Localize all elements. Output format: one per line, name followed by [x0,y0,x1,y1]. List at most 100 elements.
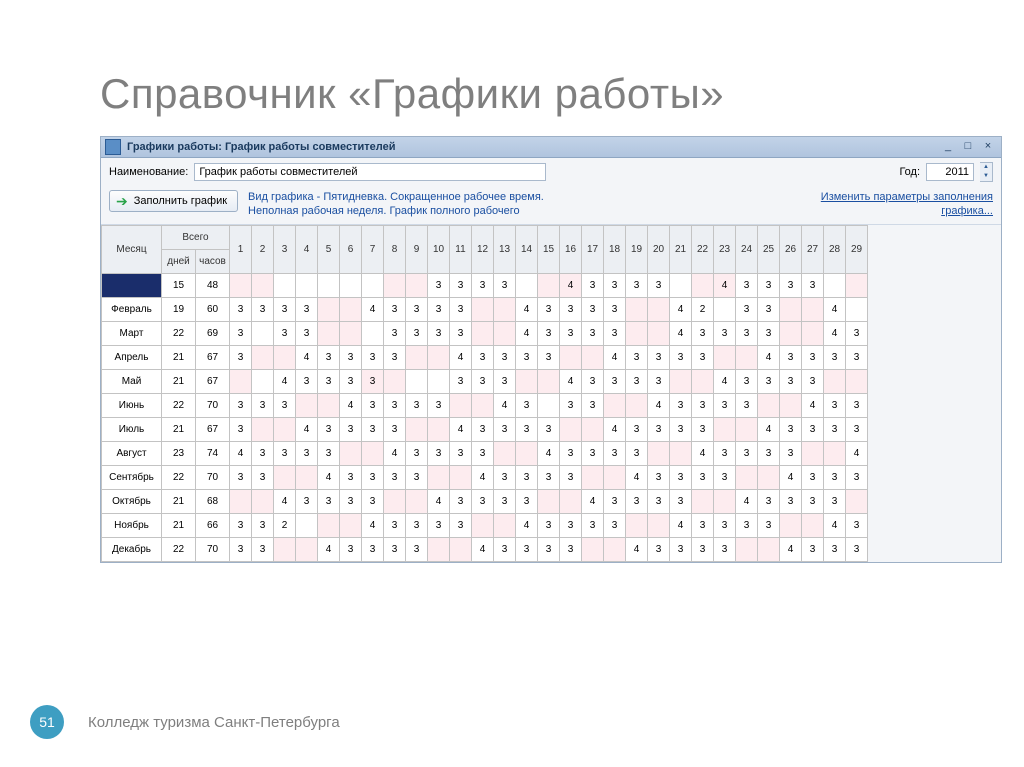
day-cell[interactable] [626,514,648,538]
day-cell[interactable]: 4 [758,346,780,370]
day-cell[interactable]: 3 [824,466,846,490]
day-cell[interactable] [428,370,450,394]
day-cell[interactable]: 3 [428,274,450,298]
day-cell[interactable]: 4 [780,466,802,490]
day-cell[interactable]: 3 [758,322,780,346]
day-cell[interactable]: 3 [736,442,758,466]
day-cell[interactable]: 3 [604,322,626,346]
day-cell[interactable]: 3 [406,298,428,322]
table-row[interactable]: Март22693333333433334333343 [102,322,868,346]
table-row[interactable]: Сентябрь2270334333343333433334333 [102,466,868,490]
day-cell[interactable]: 3 [384,418,406,442]
day-cell[interactable]: 3 [428,442,450,466]
day-cell[interactable]: 3 [714,442,736,466]
day-cell[interactable] [560,418,582,442]
day-cell[interactable]: 3 [318,490,340,514]
day-cell[interactable]: 3 [450,514,472,538]
day-cell[interactable] [296,466,318,490]
day-cell[interactable]: 3 [758,298,780,322]
day-cell[interactable] [648,298,670,322]
day-cell[interactable] [802,514,824,538]
change-params-link[interactable]: Изменить параметры заполнения графика... [821,190,993,218]
day-cell[interactable]: 3 [714,538,736,562]
day-cell[interactable] [538,490,560,514]
day-cell[interactable]: 4 [604,418,626,442]
day-cell[interactable]: 3 [824,418,846,442]
day-cell[interactable]: 3 [516,538,538,562]
day-cell[interactable]: 3 [406,442,428,466]
day-cell[interactable]: 3 [516,394,538,418]
table-row[interactable]: Июль2167343333433334333343333 [102,418,868,442]
day-cell[interactable] [494,322,516,346]
table-row[interactable]: Апрель2167343333433334333343333 [102,346,868,370]
day-cell[interactable]: 3 [604,490,626,514]
name-input[interactable] [194,163,546,181]
day-cell[interactable]: 4 [692,442,714,466]
day-cell[interactable]: 3 [296,322,318,346]
day-cell[interactable]: 3 [406,538,428,562]
day-cell[interactable]: 3 [736,370,758,394]
day-cell[interactable] [274,466,296,490]
day-cell[interactable]: 3 [494,370,516,394]
day-cell[interactable] [362,442,384,466]
day-cell[interactable] [780,394,802,418]
day-cell[interactable]: 3 [692,394,714,418]
day-cell[interactable]: 3 [846,514,868,538]
day-cell[interactable]: 4 [736,490,758,514]
day-cell[interactable]: 3 [450,490,472,514]
day-cell[interactable]: 3 [274,442,296,466]
day-cell[interactable]: 4 [516,298,538,322]
day-cell[interactable] [802,322,824,346]
day-cell[interactable]: 3 [362,466,384,490]
day-cell[interactable] [340,298,362,322]
day-cell[interactable] [318,514,340,538]
day-cell[interactable]: 4 [846,442,868,466]
day-cell[interactable]: 4 [538,442,560,466]
day-cell[interactable]: 4 [670,298,692,322]
day-cell[interactable]: 3 [560,514,582,538]
day-cell[interactable]: 4 [560,370,582,394]
day-cell[interactable]: 3 [362,490,384,514]
day-cell[interactable]: 3 [230,466,252,490]
day-cell[interactable]: 3 [780,418,802,442]
day-cell[interactable] [296,514,318,538]
day-cell[interactable]: 3 [714,322,736,346]
day-cell[interactable]: 3 [692,538,714,562]
day-cell[interactable]: 3 [384,514,406,538]
day-cell[interactable]: 3 [340,370,362,394]
day-cell[interactable]: 4 [824,322,846,346]
day-cell[interactable] [494,442,516,466]
close-button[interactable]: × [979,140,997,154]
day-cell[interactable] [230,274,252,298]
day-cell[interactable]: 3 [846,466,868,490]
day-cell[interactable]: 3 [428,322,450,346]
day-cell[interactable]: 3 [780,274,802,298]
day-cell[interactable]: 3 [406,514,428,538]
day-cell[interactable]: 4 [274,370,296,394]
day-cell[interactable]: 3 [802,490,824,514]
day-cell[interactable]: 3 [780,346,802,370]
day-cell[interactable] [252,490,274,514]
day-cell[interactable]: 3 [780,442,802,466]
day-cell[interactable] [538,394,560,418]
day-cell[interactable]: 3 [252,538,274,562]
day-cell[interactable]: 3 [538,418,560,442]
day-cell[interactable]: 2 [692,298,714,322]
day-cell[interactable] [780,514,802,538]
day-cell[interactable]: 4 [780,538,802,562]
day-cell[interactable] [252,370,274,394]
table-row[interactable]: Октябрь216843333433334333343333 [102,490,868,514]
day-cell[interactable]: 3 [758,274,780,298]
day-cell[interactable]: 3 [340,418,362,442]
day-cell[interactable]: 3 [340,538,362,562]
day-cell[interactable]: 3 [692,322,714,346]
day-cell[interactable] [296,274,318,298]
day-cell[interactable]: 4 [758,418,780,442]
day-cell[interactable] [692,490,714,514]
day-cell[interactable]: 3 [450,274,472,298]
day-cell[interactable]: 3 [560,466,582,490]
day-cell[interactable]: 3 [428,394,450,418]
day-cell[interactable]: 3 [758,442,780,466]
day-cell[interactable]: 3 [384,538,406,562]
day-cell[interactable]: 3 [824,490,846,514]
